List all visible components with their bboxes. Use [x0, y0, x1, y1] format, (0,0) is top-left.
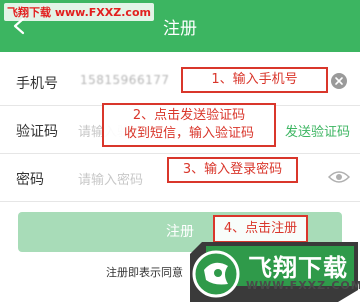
send-code-button[interactable]: 发送验证码	[285, 121, 350, 140]
phone-label: 手机号	[16, 76, 58, 92]
callout-step-1: 1、输入手机号	[181, 67, 328, 93]
logo-text: 飞翔下载	[248, 254, 348, 282]
callout-step-2-line-1: 2、点击发送验证码	[132, 108, 246, 123]
callout-step-2-line-2: 收到短信，输入验证码	[123, 126, 254, 141]
code-label: 验证码	[16, 124, 58, 140]
logo-url: WWW.FXXZ.COM	[246, 279, 360, 292]
callout-step-2: 2、点击发送验证码 收到短信，输入验证码	[102, 103, 276, 147]
password-input[interactable]: 请输入密码	[78, 169, 143, 188]
clear-icon[interactable]	[330, 72, 348, 90]
callout-step-4: 4、点击注册	[213, 215, 308, 243]
watermark-text: 飞翔下载 www.FXXZ.com	[4, 3, 154, 21]
eye-icon[interactable]	[328, 169, 350, 185]
phone-input[interactable]: 15815966177	[80, 73, 169, 87]
password-label: 密码	[16, 172, 44, 188]
agreement-text: 注册即表示同意	[106, 266, 183, 279]
callout-step-3: 3、输入登录密码	[167, 157, 298, 183]
